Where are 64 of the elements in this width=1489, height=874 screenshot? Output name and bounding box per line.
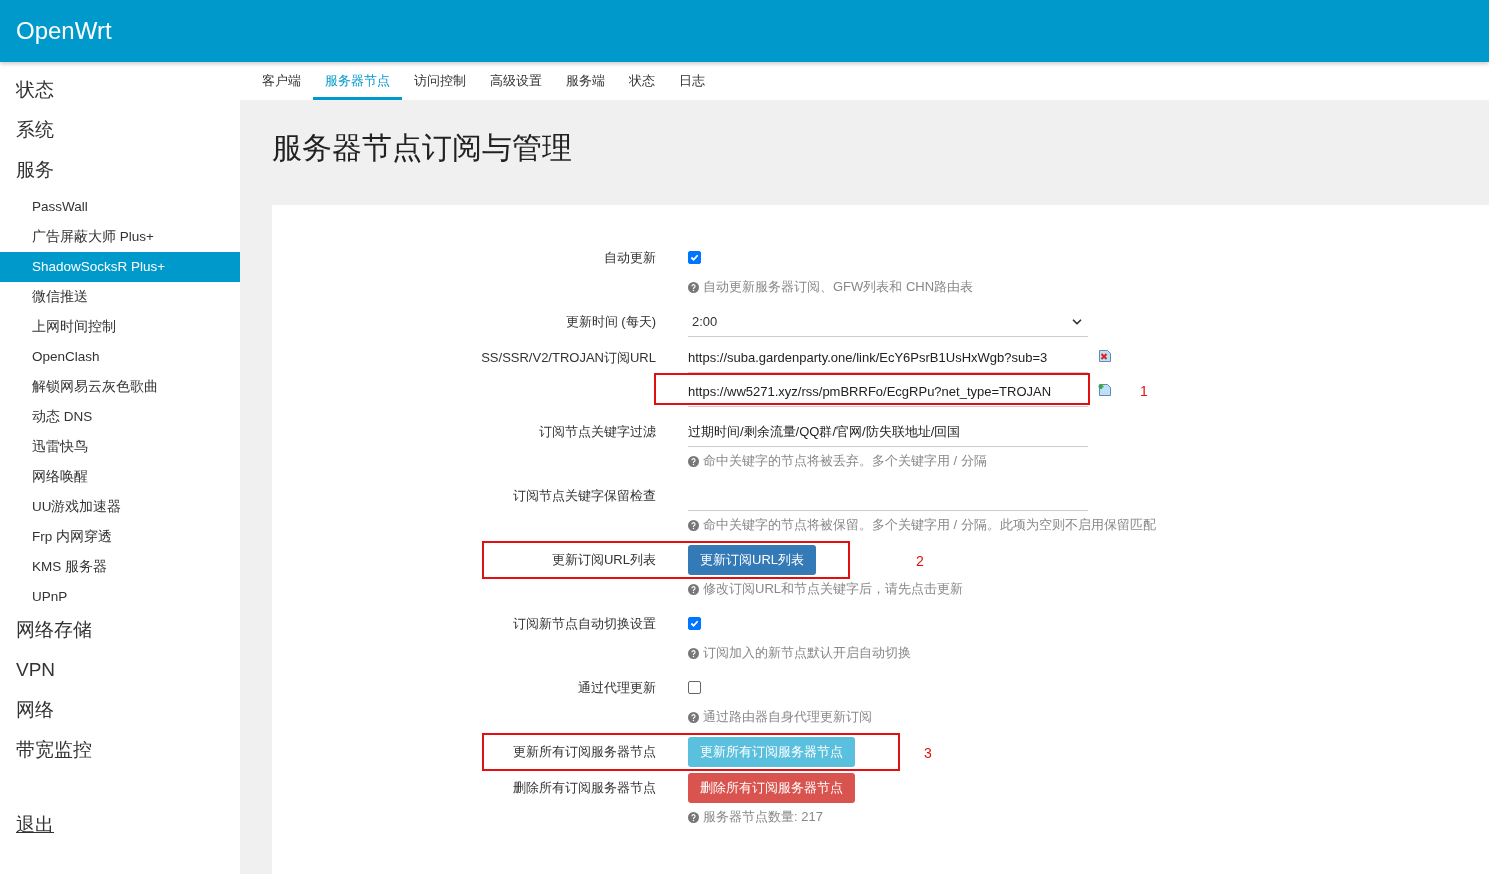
menu-item[interactable]: 状态 (0, 72, 240, 112)
logout-link[interactable]: 退出 (0, 812, 240, 838)
field-label: 更新时间 (每天) (564, 313, 656, 331)
submenu-item[interactable]: 迅雷快鸟 (0, 432, 240, 462)
help-text: 命中关键字的节点将被丢弃。多个关键字用 / 分隔 (703, 452, 987, 470)
field-label: 订阅节点关键字保留检查 (512, 487, 656, 505)
delete-file-icon[interactable] (1098, 349, 1112, 363)
submenu-item[interactable]: PassWall (0, 192, 240, 222)
menu-item[interactable]: 网络存储 (0, 612, 240, 652)
page-title: 服务器节点订阅与管理 (271, 130, 573, 166)
action-button[interactable]: 删除所有订阅服务器节点 (688, 773, 855, 803)
menu-item[interactable]: 服务 (0, 152, 240, 192)
field-label: 通过代理更新 (577, 679, 656, 697)
field-label: 订阅节点关键字过滤 (538, 423, 656, 441)
tab[interactable]: 客户端 (250, 62, 313, 100)
submenu-item[interactable]: KMS 服务器 (0, 552, 240, 582)
action-button[interactable]: 更新订阅URL列表 (688, 545, 816, 575)
submenu-item[interactable]: 广告屏蔽大师 Plus+ (0, 222, 240, 252)
submenu-item[interactable]: Frp 内网穿透 (0, 522, 240, 552)
help-text: 命中关键字的节点将被保留。多个关键字用 / 分隔。此项为空则不启用保留匹配 (703, 516, 1156, 534)
submenu-item[interactable]: 上网时间控制 (0, 312, 240, 342)
submenu-item[interactable]: 解锁网易云灰色歌曲 (0, 372, 240, 402)
help-text: 自动更新服务器订阅、GFW列表和 CHN路由表 (703, 278, 974, 296)
tab[interactable]: 日志 (667, 62, 717, 100)
submenu-item[interactable]: 微信推送 (0, 282, 240, 312)
help-text: 服务器节点数量: 217 (703, 808, 823, 826)
menu-item[interactable]: 网络 (0, 692, 240, 732)
help-icon (688, 583, 699, 595)
time-select[interactable]: 2:00 (688, 307, 1088, 337)
brand-title: OpenWrt (16, 17, 112, 45)
submenu-item[interactable]: 动态 DNS (0, 402, 240, 432)
field-label: 更新所有订阅服务器节点 (512, 743, 656, 761)
help-icon (688, 455, 699, 467)
callout-number: 3 (924, 745, 932, 761)
menu-item[interactable]: VPN (0, 652, 240, 692)
field-label: 删除所有订阅服务器节点 (512, 779, 656, 797)
tab[interactable]: 高级设置 (478, 62, 554, 100)
help-icon (688, 519, 699, 531)
callout-number: 1 (1140, 383, 1148, 399)
help-icon (688, 647, 699, 659)
checkbox[interactable] (688, 251, 701, 264)
help-text: 订阅加入的新节点默认开启自动切换 (703, 644, 911, 662)
submenu-item[interactable]: 网络唤醒 (0, 462, 240, 492)
checkbox[interactable] (688, 681, 701, 694)
submenu-item[interactable]: OpenClash (0, 342, 240, 372)
help-icon (688, 811, 699, 823)
submenu-item[interactable]: UU游戏加速器 (0, 492, 240, 522)
tab[interactable]: 访问控制 (402, 62, 478, 100)
field-label: 更新订阅URL列表 (551, 551, 656, 569)
checkbox[interactable] (688, 617, 701, 630)
field-label: 自动更新 (603, 249, 656, 267)
field-label: SS/SSR/V2/TROJAN订阅URL (480, 349, 656, 367)
add-file-icon[interactable] (1098, 383, 1112, 397)
help-icon (688, 281, 699, 293)
tab[interactable]: 状态 (617, 62, 667, 100)
menu-item[interactable]: 带宽监控 (0, 732, 240, 772)
help-text: 通过路由器自身代理更新订阅 (703, 708, 872, 726)
field-label: 订阅新节点自动切换设置 (512, 615, 656, 633)
tab[interactable]: 服务端 (554, 62, 617, 100)
menu-item[interactable]: 系统 (0, 112, 240, 152)
callout-number: 2 (916, 553, 924, 569)
help-text: 修改订阅URL和节点关键字后，请先点击更新 (703, 580, 963, 598)
help-icon (688, 711, 699, 723)
submenu-item[interactable]: UPnP (0, 582, 240, 612)
